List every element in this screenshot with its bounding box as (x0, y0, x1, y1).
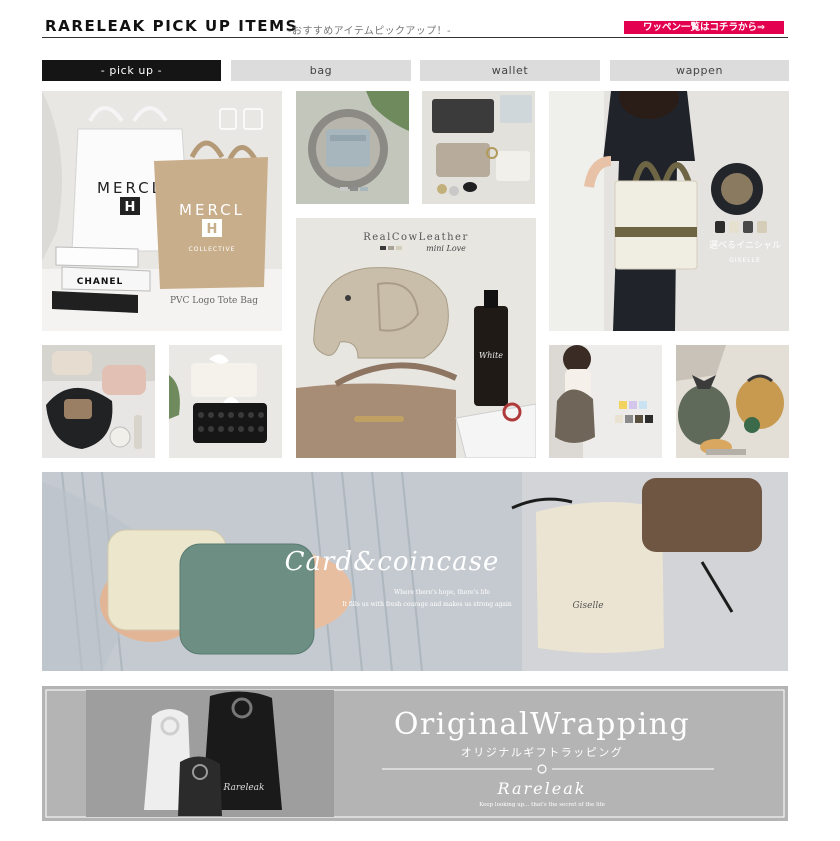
tab-bag[interactable]: bag (231, 60, 411, 81)
wrapping-tagline: Keep looking up... that's the secret of … (479, 802, 605, 808)
book-title: CHANEL (77, 277, 124, 287)
canvas-brand: GISELLE (729, 257, 761, 264)
elephant-caption: RealCowLeather (363, 232, 469, 243)
tile-knit-bag[interactable] (549, 345, 662, 458)
wrapping-subtitle: オリジナルギフトラッピング (461, 745, 624, 759)
canvas-initial-text: 選べるイニシャル (709, 240, 781, 251)
tile-elephant-coincase[interactable]: RealCowLeather mini Love White (296, 218, 536, 458)
knit-bag-image (549, 345, 662, 458)
tile-makeup-pouch[interactable] (42, 345, 155, 458)
drawstring-lunch-image (676, 345, 789, 458)
tile-card-case-tray[interactable] (296, 91, 409, 204)
wrapping-brand: Rareleak (497, 779, 587, 798)
pouch-mark: Giselle (572, 601, 603, 611)
tile-canvas-bag[interactable]: 選べるイニシャル GISELLE (549, 91, 789, 331)
tote-letter-white: H (125, 200, 136, 215)
tab-pick-up[interactable]: - pick up - (42, 60, 221, 81)
card-case-image (296, 91, 409, 204)
tote-sub: COLLECTIVE (189, 246, 236, 253)
card-coincase-image: Card&coincase Where there's hope, there'… (42, 472, 788, 671)
banner-card-coincase[interactable]: Card&coincase Where there's hope, there'… (42, 472, 788, 671)
banner-card-script: Card&coincase (285, 547, 500, 577)
tab-wallet[interactable]: wallet (420, 60, 600, 81)
section-header: RARELEAK PICK UP ITEMS -おすすめアイテムピックアップ！-… (42, 16, 788, 38)
tab-wappen[interactable]: wappen (610, 60, 789, 81)
tile-flatlay-wallet[interactable] (422, 91, 535, 204)
tote-brand-white: MERCL (97, 179, 163, 197)
section-subtitle: -おすすめアイテムピックアップ！- (288, 26, 452, 37)
makeup-pouch-image (42, 345, 155, 458)
flatlay-wallet-image (422, 91, 535, 204)
banner-original-wrapping[interactable]: Rareleak OriginalWrapping オリジナルギフトラッピング … (42, 686, 788, 821)
tissue-case-image (169, 345, 282, 458)
tote-caption: PVC Logo Tote Bag (170, 296, 258, 306)
tote-brand-beige: MERCL (179, 201, 245, 219)
tote-letter-beige: H (207, 222, 218, 237)
pvc-tote-image: MERCL H MERCL H COLLECTIVE CHANEL PVC Lo… (42, 91, 282, 331)
wappen-list-link[interactable]: ワッペン一覧はコチラから⇒ (624, 21, 784, 34)
banner-card-line1: Where there's hope, there's life (394, 589, 490, 596)
section-title: RARELEAK PICK UP ITEMS (45, 17, 299, 35)
wrapping-bag-mark: Rareleak (222, 783, 264, 793)
svg-text:White: White (479, 351, 503, 360)
banner-card-line2: It fills us with fresh courage and makes… (342, 601, 512, 608)
tile-pvc-logo-tote[interactable]: MERCL H MERCL H COLLECTIVE CHANEL PVC Lo… (42, 91, 282, 331)
canvas-bag-image: 選べるイニシャル GISELLE (549, 91, 789, 331)
tile-drawstring-lunch[interactable] (676, 345, 789, 458)
wrapping-title: OriginalWrapping (394, 707, 690, 742)
elephant-script: mini Love (426, 244, 466, 253)
elephant-coincase-image: RealCowLeather mini Love White (296, 218, 536, 458)
original-wrapping-image: Rareleak OriginalWrapping オリジナルギフトラッピング … (42, 686, 788, 821)
tile-tissue-case[interactable] (169, 345, 282, 458)
